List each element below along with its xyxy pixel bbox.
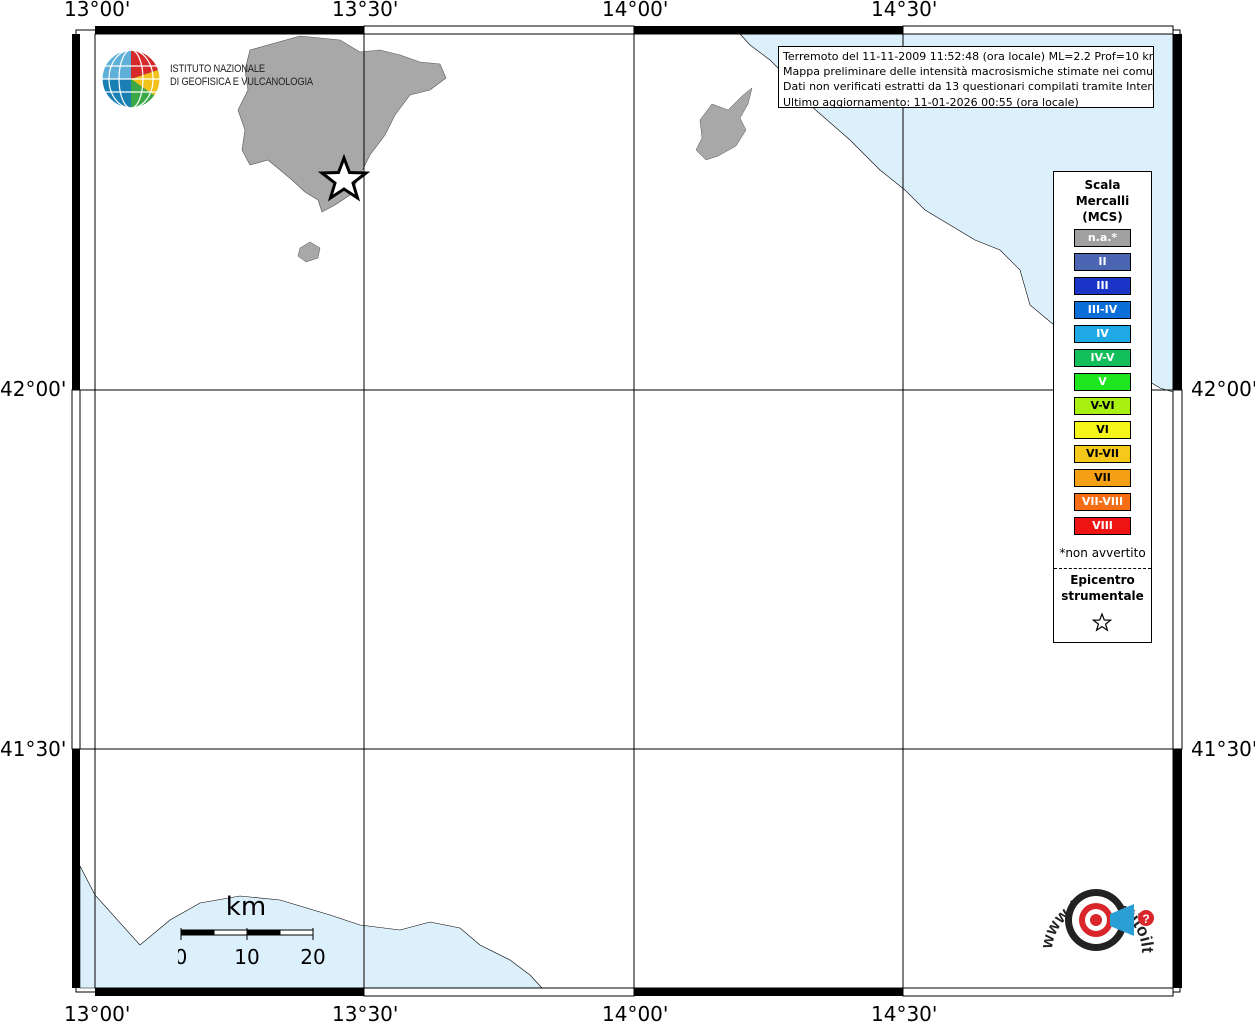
- lon-label-bottom: 14°30': [871, 1002, 938, 1026]
- island-tremiti: [695, 87, 753, 161]
- land-islet: [297, 241, 321, 263]
- legend-note: *non avvertito: [1059, 546, 1146, 560]
- event-info-line: Mappa preliminare delle intensità macros…: [783, 65, 1154, 79]
- legend-swatch: VI-VII: [1074, 445, 1131, 463]
- scale-unit: km: [226, 892, 266, 922]
- ingv-name-line1: ISTITUTO NAZIONALE: [170, 63, 265, 75]
- scale-tick-label: 0: [178, 945, 187, 969]
- legend-swatch: V: [1074, 373, 1131, 391]
- svg-text:?: ?: [1142, 912, 1149, 926]
- scale-tick-label: 10: [234, 945, 259, 969]
- legend-swatch: VIII: [1074, 517, 1131, 535]
- legend-swatch: III-IV: [1074, 301, 1131, 319]
- lon-label-bottom: 13°30': [332, 1002, 399, 1026]
- lat-label-right: 41°30': [1191, 737, 1255, 761]
- scale-tick-label: 20: [300, 945, 325, 969]
- ingv-name-line2: DI GEOFISICA E VULCANOLOGIA: [170, 76, 313, 88]
- lon-label-bottom: 13°00': [64, 1002, 131, 1026]
- lat-label-left: 42°00': [0, 377, 67, 401]
- legend-title-line: Scala: [1084, 178, 1121, 192]
- legend-title: Scala Mercalli (MCS): [1054, 177, 1151, 225]
- legend-epicenter-label: Epicentro strumentale: [1054, 572, 1151, 604]
- legend-swatch: IV: [1074, 325, 1131, 343]
- legend-separator: [1054, 568, 1151, 569]
- legend-swatch: VII: [1074, 469, 1131, 487]
- legend-swatch: III: [1074, 277, 1131, 295]
- lat-label-left: 41°30': [0, 737, 67, 761]
- legend-swatch: n.a.*: [1074, 229, 1131, 247]
- lon-label-bottom: 14°00': [602, 1002, 669, 1026]
- lon-label-top: 14°30': [871, 0, 938, 21]
- intensity-legend: Scala Mercalli (MCS) n.a.* II III III-IV IV I…: [1053, 171, 1152, 643]
- legend-swatch: IV-V: [1074, 349, 1131, 367]
- event-info-box: Terremoto del 11-11-2009 11:52:48 (ora l…: [778, 46, 1154, 108]
- event-info-line: Dati non verificati estratti da 13 quest…: [783, 80, 1154, 94]
- legend-title-line: (MCS): [1082, 210, 1123, 224]
- lon-label-top: 14°00': [602, 0, 669, 21]
- event-info-line: Ultimo aggiornamento: 11-01-2026 00:55 (…: [783, 95, 1079, 108]
- event-info-line: Terremoto del 11-11-2009 11:52:48 (ora l…: [783, 50, 1154, 63]
- lon-label-top: 13°00': [64, 0, 131, 21]
- legend-title-line: Mercalli: [1075, 194, 1130, 208]
- legend-epicenter-line: strumentale: [1061, 589, 1144, 603]
- haisentito-logo: www.haisentitoilterremoto.it ?: [1030, 860, 1157, 954]
- legend-swatch: VI: [1074, 421, 1131, 439]
- ingv-globe-logo: [101, 49, 161, 109]
- legend-swatch: VII-VIII: [1074, 493, 1131, 511]
- lon-label-top: 13°30': [332, 0, 399, 21]
- legend-star-icon: [1091, 612, 1113, 632]
- ingv-name: ISTITUTO NAZIONALE DI GEOFISICA E VULCAN…: [170, 63, 313, 89]
- lat-label-right: 42°00': [1191, 377, 1255, 401]
- legend-swatch: V-VI: [1074, 397, 1131, 415]
- legend-epicenter-line: Epicentro: [1070, 573, 1135, 587]
- legend-swatch: II: [1074, 253, 1131, 271]
- scale-bar: km 0 10 20: [178, 892, 326, 969]
